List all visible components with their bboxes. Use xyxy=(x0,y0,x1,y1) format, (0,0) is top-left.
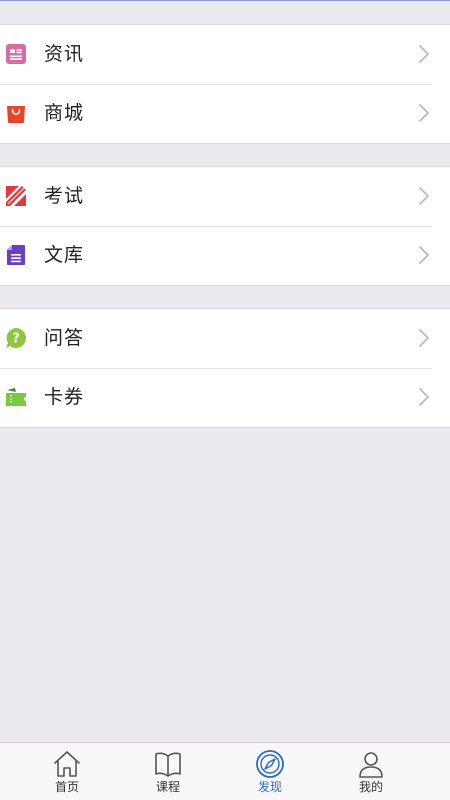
tab-courses[interactable]: 课程 xyxy=(128,743,208,800)
menu-item-library[interactable]: 文库 xyxy=(0,226,450,285)
menu-group-1: 资讯 商城 xyxy=(0,24,450,144)
question-bubble-icon: ? xyxy=(5,327,27,349)
bottom-tab-bar: 首页 课程 发现 我的 xyxy=(0,742,450,800)
menu-group-3: ? 问答 卡券 xyxy=(0,308,450,428)
top-divider xyxy=(0,0,450,1)
chevron-right-icon xyxy=(419,104,429,122)
menu-item-label: 文库 xyxy=(44,244,85,266)
book-icon xyxy=(155,752,181,777)
discover-screen: 资讯 商城 考试 文库 ? 问答 卡券 首页 课程 发现 我的 xyxy=(0,0,450,800)
person-icon xyxy=(359,752,383,778)
compass-icon xyxy=(256,750,284,778)
menu-item-exam[interactable]: 考试 xyxy=(0,167,450,226)
chevron-right-icon xyxy=(419,329,429,347)
tab-label: 发现 xyxy=(257,780,282,794)
ticket-icon xyxy=(5,386,27,408)
menu-item-label: 问答 xyxy=(44,327,85,349)
chevron-right-icon xyxy=(419,45,429,63)
news-icon xyxy=(5,43,27,65)
chevron-right-icon xyxy=(419,187,429,205)
menu-group-2: 考试 文库 xyxy=(0,166,450,286)
menu-item-label: 商城 xyxy=(44,102,85,124)
tab-label: 我的 xyxy=(358,780,383,794)
tab-profile[interactable]: 我的 xyxy=(331,743,411,800)
tab-label: 课程 xyxy=(155,780,180,794)
home-icon xyxy=(54,751,80,777)
tab-label: 首页 xyxy=(54,780,79,794)
menu-item-news[interactable]: 资讯 xyxy=(0,25,450,84)
tab-home[interactable]: 首页 xyxy=(27,743,107,800)
menu-item-label: 考试 xyxy=(44,185,85,207)
menu-item-label: 卡券 xyxy=(44,386,85,408)
svg-text:?: ? xyxy=(12,332,20,347)
menu-item-coupons[interactable]: 卡券 xyxy=(0,368,450,427)
menu-item-qa[interactable]: ? 问答 xyxy=(0,309,450,368)
document-icon xyxy=(5,244,27,266)
exam-pencil-icon xyxy=(5,185,27,207)
tab-discover[interactable]: 发现 xyxy=(230,743,310,800)
chevron-right-icon xyxy=(419,246,429,264)
chevron-right-icon xyxy=(419,388,429,406)
menu-item-label: 资讯 xyxy=(44,43,85,65)
menu-item-mall[interactable]: 商城 xyxy=(0,84,450,143)
shopping-bag-icon xyxy=(5,102,27,124)
